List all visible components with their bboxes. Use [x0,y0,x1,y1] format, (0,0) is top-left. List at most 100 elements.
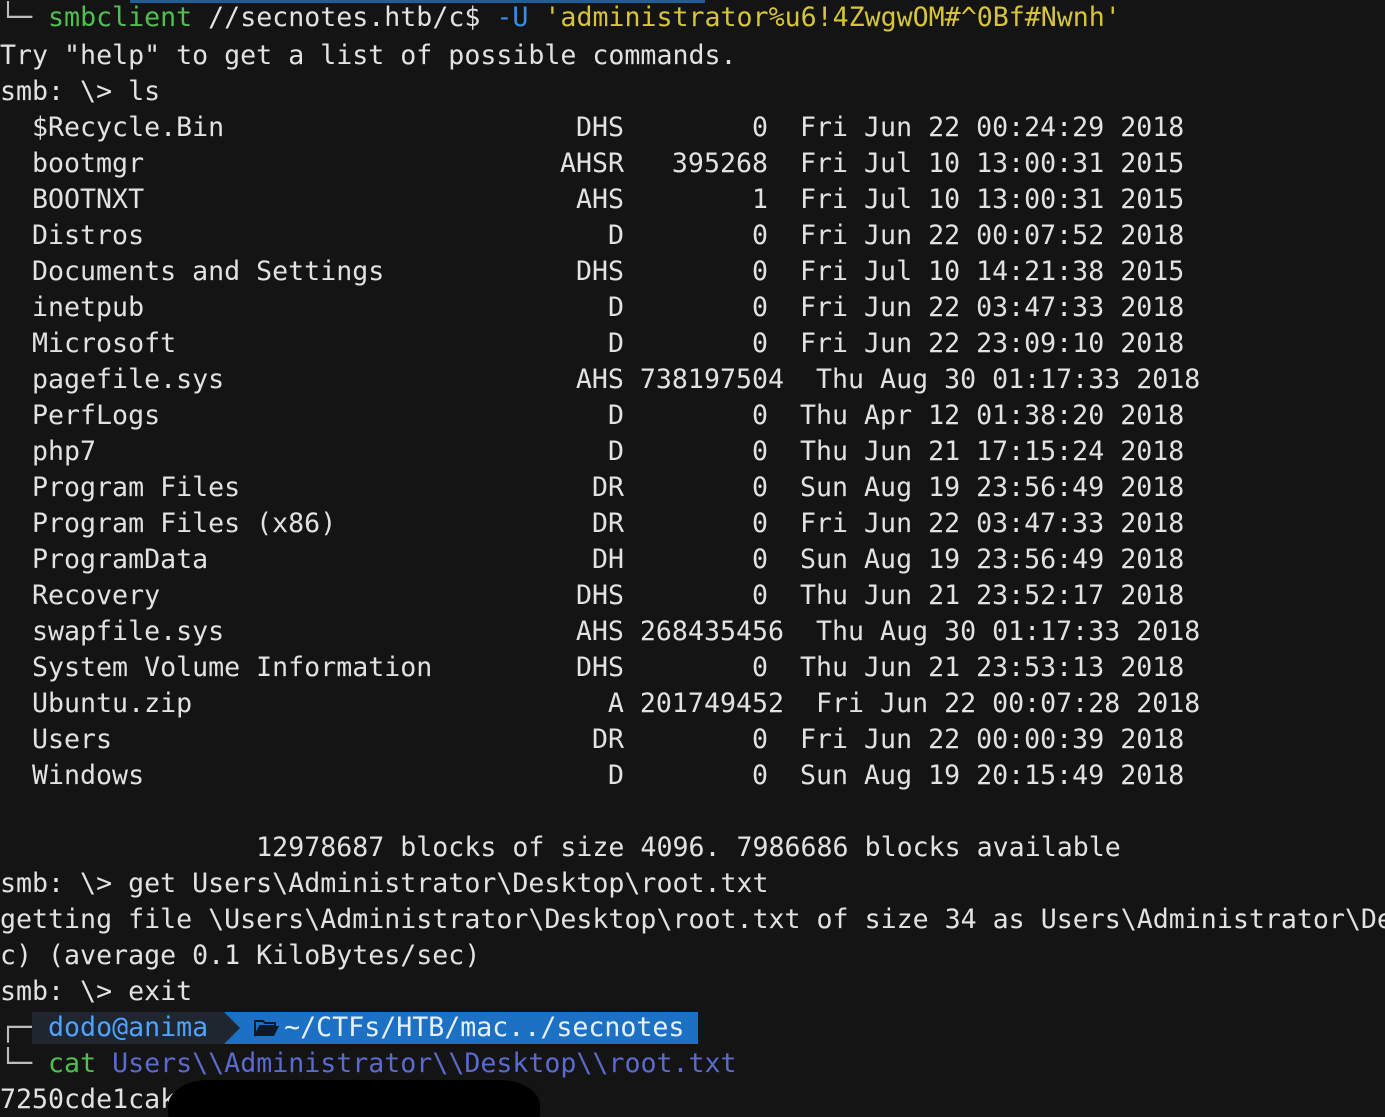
listing-row: Recovery DHS 0 Thu Jun 21 23:52:17 2018 [0,578,1385,614]
entry-name: php7 [32,436,97,467]
blocks-summary-line: 12978687 blocks of size 4096. 7986686 bl… [0,832,1121,863]
entry-size: 0 [751,544,768,575]
listing-row: php7 D 0 Thu Jun 21 17:15:24 2018 [0,434,1385,470]
entry-size: 0 [751,472,768,503]
entry-attributes: AHSR [559,148,624,179]
entry-size: 0 [751,508,768,539]
listing-row: Ubuntu.zip A 201749452 Fri Jun 22 00:07:2… [0,686,1385,722]
entry-name: PerfLogs [32,400,161,431]
entry-size: 0 [751,256,768,287]
listing-row: Distros D 0 Fri Jun 22 00:07:52 2018 [0,218,1385,254]
entry-size: 1 [751,184,768,215]
entry-modified-date: Sun Aug 19 23:56:49 2018 [800,544,1185,575]
entry-size: 0 [751,292,768,323]
entry-size: 0 [751,724,768,755]
entry-name: Windows [32,760,145,791]
entry-modified-date: Fri Jul 10 13:00:31 2015 [800,184,1185,215]
folder-open-icon [254,1012,284,1044]
flag-output-line: 7250cde1cak [0,1084,177,1115]
terminal-window[interactable]: └─ smbclient //secnotes.htb/c$ -U 'admin… [0,0,1385,1117]
entry-modified-date: Fri Jun 22 03:47:33 2018 [800,292,1185,323]
entry-modified-date: Fri Jun 22 00:07:28 2018 [800,688,1201,719]
entry-name: Program Files (x86) [32,508,337,539]
entry-modified-date: Thu Apr 12 01:38:20 2018 [800,400,1185,431]
cat-command-line: └─ cat Users\\Administrator\\Desktop\\ro… [0,1046,737,1082]
entry-modified-date: Fri Jun 22 00:07:52 2018 [800,220,1185,251]
entry-modified-date: Thu Jun 21 17:15:24 2018 [800,436,1185,467]
prompt-path: ~/CTFs/HTB/mac../secnotes [284,1012,685,1043]
entry-size: 0 [751,220,768,251]
entry-attributes: DR [591,508,624,539]
command-credential: 'administrator%u6!4ZwgwOM#^0Bf#Nwnh' [528,2,1121,33]
listing-row: Documents and Settings DHS 0 Fri Jul 10 14:… [0,254,1385,290]
entry-name: BOOTNXT [32,184,145,215]
redaction-blot [168,1080,540,1117]
entry-attributes: DHS [575,652,624,683]
entry-modified-date: Fri Jun 22 23:09:10 2018 [800,328,1185,359]
entry-name: swapfile.sys [32,616,225,647]
entry-modified-date: Sun Aug 19 23:56:49 2018 [800,472,1185,503]
entry-name: Recovery [32,580,161,611]
prompt-corner-bottom: └─ [0,1048,33,1079]
listing-row: BOOTNXT AHS 1 Fri Jul 10 13:00:31 2015 [0,182,1385,218]
entry-size: 0 [751,112,768,143]
listing-row: $Recycle.Bin DHS 0 Fri Jun 22 00:24:29 2018 [0,110,1385,146]
entry-attributes: DH [591,544,624,575]
listing-row: System Volume Information DHS 0 Thu Jun 21 … [0,650,1385,686]
entry-attributes: DHS [575,112,624,143]
entry-name: pagefile.sys [32,364,225,395]
transfer-rate-line: c) (average 0.1 KiloBytes/sec) [0,940,481,971]
entry-name: bootmgr [32,148,145,179]
entry-name: Program Files [32,472,241,503]
entry-attributes: DHS [575,256,624,287]
listing-row: bootmgr AHSR 395268 Fri Jul 10 13:00:31 201… [0,146,1385,182]
command-program: smbclient [48,2,193,33]
entry-modified-date: Fri Jul 10 14:21:38 2015 [800,256,1185,287]
entry-attributes: DHS [575,580,624,611]
entry-modified-date: Fri Jun 22 00:00:39 2018 [800,724,1185,755]
entry-attributes: D [607,292,624,323]
entry-attributes: AHS [575,184,624,215]
cat-program: cat [48,1048,97,1079]
entry-attributes: A 201749452 [607,688,784,719]
get-command-line: smb: \> get Users\Administrator\Desktop\… [0,868,769,899]
prompt-path-segment: ~/CTFs/HTB/mac../secnotes [224,1012,699,1044]
listing-row: ProgramData DH 0 Sun Aug 19 23:56:49 2018 [0,542,1385,578]
listing-row: Program Files DR 0 Sun Aug 19 23:56:49 2018 [0,470,1385,506]
listing-row: Microsoft D 0 Fri Jun 22 23:09:10 2018 [0,326,1385,362]
entry-name: Ubuntu.zip [32,688,193,719]
entry-modified-date: Sun Aug 19 20:15:49 2018 [800,760,1185,791]
entry-name: Users [32,724,113,755]
entry-attributes: D [607,328,624,359]
entry-attributes: D [607,436,624,467]
entry-size: 0 [751,652,768,683]
entry-attributes: D [607,760,624,791]
listing-row: inetpub D 0 Fri Jun 22 03:47:33 2018 [0,290,1385,326]
entry-attributes: D [607,400,624,431]
entry-size: 0 [751,400,768,431]
entry-size: 0 [751,580,768,611]
command-flag: -U [496,2,529,33]
entry-name: ProgramData [32,544,209,575]
entry-modified-date: Thu Aug 30 01:17:33 2018 [800,616,1201,647]
entry-size: 0 [751,328,768,359]
prompt-corner: └─ [0,2,33,33]
entry-modified-date: Thu Jun 21 23:53:13 2018 [800,652,1185,683]
listing-row: swapfile.sys AHS 268435456 Thu Aug 30 01:… [0,614,1385,650]
entry-attributes: AHS 268435456 [575,616,784,647]
listing-row: Windows D 0 Sun Aug 19 20:15:49 2018 [0,758,1385,794]
listing-row: Users DR 0 Fri Jun 22 00:00:39 2018 [0,722,1385,758]
help-hint-line: Try "help" to get a list of possible com… [0,40,737,71]
entry-modified-date: Fri Jun 22 03:47:33 2018 [800,508,1185,539]
entry-name: Microsoft [32,328,177,359]
entry-size: 395268 [671,148,768,179]
entry-modified-date: Thu Jun 21 23:52:17 2018 [800,580,1185,611]
entry-attributes: D [607,220,624,251]
entry-size: 0 [751,436,768,467]
entry-name: Documents and Settings [32,256,385,287]
entry-attributes: DR [591,472,624,503]
entry-size: 0 [751,760,768,791]
entry-name: inetpub [32,292,145,323]
entry-attributes: AHS 738197504 [575,364,784,395]
entry-name: Distros [32,220,145,251]
